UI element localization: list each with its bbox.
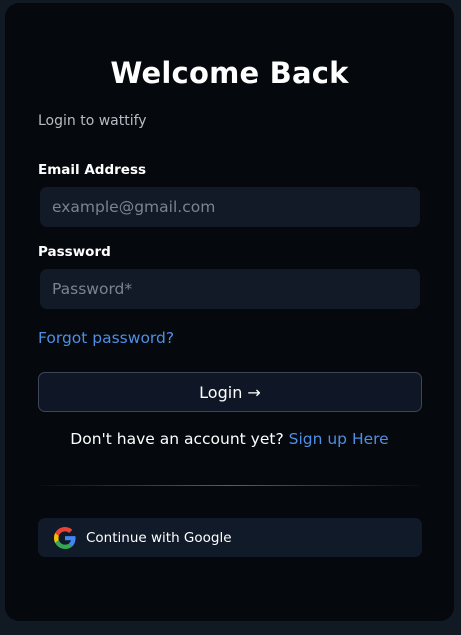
email-field[interactable] xyxy=(40,187,420,227)
email-label: Email Address xyxy=(38,162,147,178)
password-label: Password xyxy=(38,244,111,260)
signup-link[interactable]: Sign up Here xyxy=(289,430,389,448)
signup-row: Don't have an account yet? Sign up Here xyxy=(5,430,454,448)
page-title: Welcome Back xyxy=(110,56,349,90)
login-button[interactable]: Login → xyxy=(38,372,422,412)
divider xyxy=(40,485,420,486)
password-field[interactable] xyxy=(40,269,420,309)
google-icon xyxy=(54,526,76,549)
login-card: Welcome Back Login to wattify Email Addr… xyxy=(5,3,454,621)
signup-prompt: Don't have an account yet? xyxy=(70,430,284,448)
forgot-password-link[interactable]: Forgot password? xyxy=(38,329,174,347)
google-login-button[interactable]: Continue with Google xyxy=(38,518,422,557)
subtitle: Login to wattify xyxy=(38,113,147,129)
google-button-label: Continue with Google xyxy=(86,529,232,546)
